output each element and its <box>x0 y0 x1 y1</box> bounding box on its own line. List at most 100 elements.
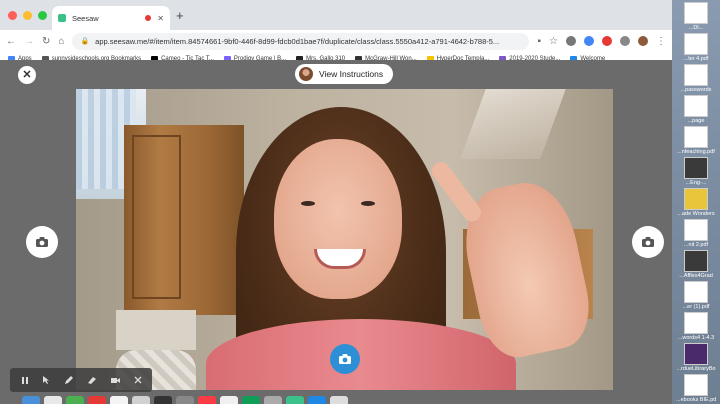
file-label: ...words4 1-4.3 <box>677 335 715 341</box>
desktop-file[interactable]: ...ade Wonders <box>676 188 716 217</box>
file-label: ...ade Wonders <box>677 211 715 217</box>
file-thumbnail-icon <box>684 343 708 365</box>
reload-icon[interactable]: ↻ <box>42 36 50 47</box>
window-controls <box>8 11 47 20</box>
pointer-icon[interactable] <box>42 375 51 385</box>
file-label: ...rdueLibraryBo <box>676 366 716 372</box>
address-bar[interactable]: 🔒 app.seesaw.me/#/item/item.84574661-9bf… <box>72 32 530 50</box>
dock-app-icon[interactable] <box>66 396 84 404</box>
switch-camera-right-button[interactable] <box>632 226 664 258</box>
dock-app-icon[interactable] <box>198 396 216 404</box>
file-thumbnail-icon <box>684 126 708 148</box>
file-label: ...passwords <box>680 87 712 93</box>
file-label: ...Affles4Grad <box>679 273 713 279</box>
person-face <box>274 139 402 299</box>
file-thumbnail-icon <box>684 64 708 86</box>
dock-app-icon[interactable] <box>176 396 194 404</box>
dock-app-icon[interactable] <box>308 396 326 404</box>
desktop-file[interactable]: ...ebooks BIE.pdf <box>676 374 716 403</box>
zoom-window-button[interactable] <box>38 11 47 20</box>
desktop-file[interactable]: ...ter 4.pdf <box>676 33 716 62</box>
desktop-file[interactable]: ...nit 2.pdf <box>676 219 716 248</box>
dock-app-icon[interactable] <box>154 396 172 404</box>
file-label: ...ebooks BIE.pdf <box>676 397 716 403</box>
camera-icon <box>642 237 654 247</box>
dock-app-icon[interactable] <box>22 396 40 404</box>
file-label: ...ter 4.pdf <box>683 56 709 62</box>
extension-3-icon[interactable] <box>602 36 612 46</box>
lock-icon: 🔒 <box>80 38 90 45</box>
desktop-file[interactable]: ...nfeaching.pdf <box>676 126 716 155</box>
file-thumbnail-icon <box>684 2 708 24</box>
file-thumbnail-icon <box>684 33 708 55</box>
extension-4-icon[interactable] <box>620 36 630 46</box>
dock-app-icon[interactable] <box>44 396 62 404</box>
pause-icon[interactable] <box>21 376 29 385</box>
view-instructions-button[interactable]: View Instructions <box>295 64 393 84</box>
tab-close-icon[interactable]: ✕ <box>157 14 164 23</box>
video-camera-icon[interactable] <box>110 376 121 385</box>
camera-capture-icon <box>339 354 351 364</box>
file-label: ...nfeaching.pdf <box>677 149 715 155</box>
cabinet-scene <box>124 125 244 315</box>
file-label: ...er (1).pdf <box>682 304 710 310</box>
back-arrow-icon[interactable]: ← <box>6 36 16 47</box>
capture-photo-button[interactable] <box>330 344 360 374</box>
recording-indicator-icon <box>145 15 152 21</box>
home-icon[interactable]: ⌂ <box>58 36 64 47</box>
dock-app-icon[interactable] <box>330 396 348 404</box>
switch-camera-left-button[interactable] <box>26 226 58 258</box>
extension-1-icon[interactable] <box>566 36 576 46</box>
tab-seesaw[interactable]: Seesaw ✕ <box>52 6 170 30</box>
counter-scene <box>116 310 196 350</box>
minimize-window-button[interactable] <box>23 11 32 20</box>
highlighter-icon[interactable] <box>87 375 97 385</box>
teacher-avatar <box>299 67 313 81</box>
profile-avatar[interactable] <box>638 36 648 46</box>
person-eye-left <box>301 201 315 206</box>
seesaw-capture-screen: ✕ View Instructions <box>0 60 672 404</box>
dock-app-icon[interactable] <box>286 396 304 404</box>
desktop-file[interactable]: ...Affles4Grad <box>676 250 716 279</box>
forward-arrow-icon[interactable]: → <box>24 36 34 47</box>
view-instructions-label: View Instructions <box>319 69 384 79</box>
person-eye-right <box>361 201 375 206</box>
pen-icon[interactable] <box>64 375 74 385</box>
close-tools-icon[interactable] <box>134 376 142 384</box>
star-bookmark-icon[interactable]: ☆ <box>549 36 558 47</box>
dock-app-icon[interactable] <box>242 396 260 404</box>
desktop-file[interactable]: ...passwords <box>676 64 716 93</box>
file-thumbnail-icon <box>684 250 708 272</box>
close-button[interactable]: ✕ <box>18 66 36 84</box>
file-thumbnail-icon <box>684 95 708 117</box>
desktop-file[interactable]: ...Eng-... <box>676 157 716 186</box>
file-label: ...Eng-... <box>685 180 707 186</box>
desktop-file[interactable]: ...Dl... <box>676 2 716 31</box>
dock-app-icon[interactable] <box>88 396 106 404</box>
desktop-file[interactable]: ...words4 1-4.3 <box>676 312 716 341</box>
dock <box>22 396 442 404</box>
recording-toolbar <box>10 368 152 392</box>
new-tab-button[interactable]: + <box>176 8 184 23</box>
seesaw-favicon-icon <box>58 14 66 22</box>
tab-bar: Seesaw ✕ + <box>0 0 672 30</box>
extension-2-icon[interactable] <box>584 36 594 46</box>
file-thumbnail-icon <box>684 219 708 241</box>
tab-title: Seesaw <box>72 13 99 23</box>
dock-app-icon[interactable] <box>110 396 128 404</box>
file-thumbnail-icon <box>684 281 708 303</box>
camera-indicator-icon[interactable]: ▪ <box>537 36 541 47</box>
file-thumbnail-icon <box>684 312 708 334</box>
close-window-button[interactable] <box>8 11 17 20</box>
camera-icon <box>36 237 48 247</box>
browser-toolbar: ← → ↻ ⌂ 🔒 app.seesaw.me/#/item/item.8457… <box>0 30 672 52</box>
desktop-file[interactable]: ...er (1).pdf <box>676 281 716 310</box>
dock-app-icon[interactable] <box>220 396 238 404</box>
browser-window: Seesaw ✕ + ← → ↻ ⌂ 🔒 app.seesaw.me/#/ite… <box>0 0 672 404</box>
dock-app-icon[interactable] <box>132 396 150 404</box>
desktop-file[interactable]: ...page <box>676 95 716 124</box>
dock-app-icon[interactable] <box>264 396 282 404</box>
browser-menu-icon[interactable]: ⋮ <box>656 36 666 47</box>
file-thumbnail-icon <box>684 374 708 396</box>
desktop-file[interactable]: ...rdueLibraryBo <box>676 343 716 372</box>
